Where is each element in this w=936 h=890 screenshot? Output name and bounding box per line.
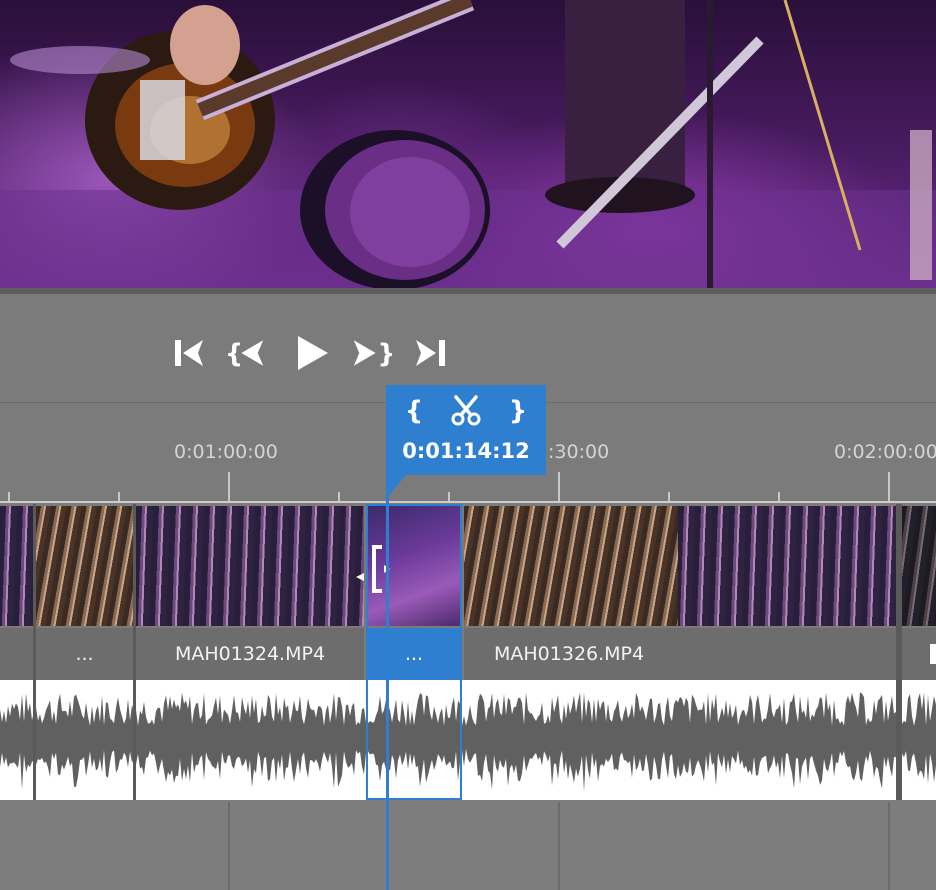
clip-name-label: MAH01326.MP4 (494, 643, 645, 665)
clip-name[interactable]: MAH01324.MP4 (136, 628, 364, 680)
grid-line (888, 802, 890, 890)
clip-divider[interactable] (33, 504, 36, 800)
split-button[interactable] (448, 393, 484, 429)
clip-thumbnail[interactable] (678, 506, 896, 626)
ruler-label: 0:02:00:00 (834, 441, 936, 463)
scissors-icon (451, 395, 481, 426)
empty-track[interactable] (0, 800, 936, 890)
audio-track[interactable] (0, 680, 936, 800)
trim-handle[interactable] (370, 545, 390, 593)
clip-thumbnail[interactable] (464, 506, 678, 626)
mark-in-button[interactable]: { (396, 393, 432, 429)
ruler-tick-major (888, 472, 890, 502)
go-to-start-button[interactable] (168, 333, 208, 373)
clip-name[interactable] (0, 628, 33, 680)
video-preview (0, 0, 936, 288)
skip-to-start-icon (175, 340, 203, 366)
popup-pointer (386, 475, 406, 499)
clip-thumbnail[interactable] (36, 506, 133, 626)
mark-in-label: { (404, 396, 424, 426)
playhead-popup: { } 0:01:14:12 (386, 385, 546, 475)
svg-text:{: { (225, 339, 243, 369)
clip-name[interactable]: MAH01326.MP4 (464, 628, 896, 680)
ruler-tick-major (558, 472, 560, 502)
next-edit-icon: } (353, 339, 392, 369)
playhead[interactable] (386, 470, 389, 890)
clip-name-label: MAH01324.MP4 (174, 643, 326, 665)
next-edit-button[interactable]: } (352, 333, 392, 373)
ruler-tick-major (228, 472, 230, 502)
skip-to-end-icon (416, 340, 445, 366)
clip-thumbnail[interactable] (0, 506, 33, 626)
ruler-label: :30:00 (548, 441, 610, 463)
ruler-label: 0:01:00:00 (174, 441, 278, 463)
mark-out-label: } (508, 396, 528, 426)
go-to-end-button[interactable] (412, 333, 452, 373)
ruler-baseline (0, 501, 936, 503)
clip-edge-marker (930, 644, 936, 664)
grid-line (228, 802, 230, 890)
trim-arrow-icon (356, 566, 364, 585)
preview-frame (0, 0, 936, 288)
playhead-timecode: 0:01:14:12 (402, 439, 530, 463)
play-icon (298, 336, 328, 370)
clip-divider[interactable] (896, 504, 902, 800)
selected-clip-name[interactable]: ... (366, 628, 462, 680)
clip-name[interactable]: ... (36, 628, 133, 680)
clip-thumbnail[interactable] (136, 506, 364, 626)
previous-edit-icon: { (225, 339, 264, 369)
play-button[interactable] (292, 333, 332, 373)
clip-thumbnail[interactable] (902, 506, 936, 626)
mark-out-button[interactable]: } (500, 393, 536, 429)
clip-divider[interactable] (133, 504, 136, 800)
svg-text:}: } (377, 339, 392, 369)
clip-name-label: ... (404, 643, 424, 665)
grid-line (558, 802, 560, 890)
previous-edit-button[interactable]: { (225, 333, 265, 373)
clip-name-label: ... (75, 643, 94, 665)
audio-waveform (0, 692, 936, 792)
